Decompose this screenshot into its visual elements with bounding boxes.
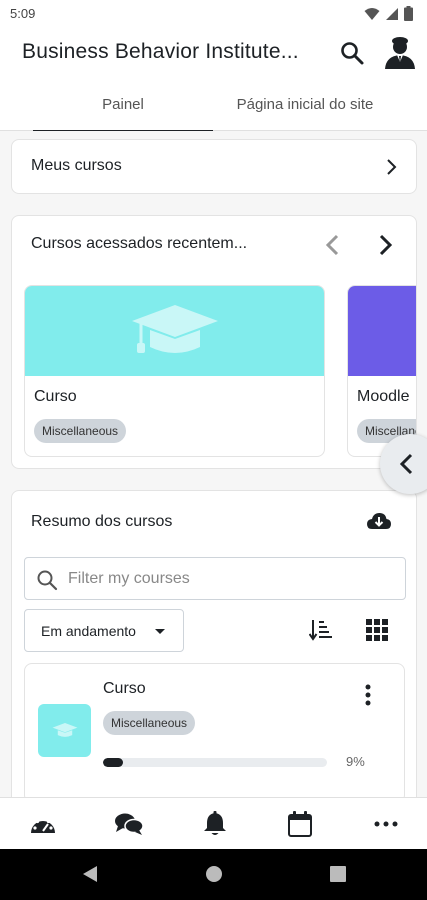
chevron-left-icon[interactable] <box>324 234 340 256</box>
status-bar: 5:09 <box>0 0 427 28</box>
course-name: Moodle <box>357 388 410 405</box>
site-title: Business Behavior Institute... <box>22 40 299 63</box>
nav-more[interactable] <box>371 810 401 838</box>
grouping-select[interactable]: Em andamento <box>24 609 184 652</box>
wifi-icon <box>364 7 380 20</box>
status-icons <box>364 6 413 21</box>
tab-site-home[interactable]: Página inicial do site <box>213 78 397 131</box>
calendar-icon <box>288 811 312 837</box>
tab-bar: Painel Página inicial do site <box>0 78 427 132</box>
course-name: Curso <box>103 680 146 697</box>
cloud-download-icon[interactable] <box>366 511 392 533</box>
home-icon[interactable] <box>205 865 223 883</box>
back-icon[interactable] <box>81 865 99 883</box>
course-overview-label: Resumo dos cursos <box>31 513 173 530</box>
nav-notifications[interactable] <box>200 810 230 838</box>
progress-fill <box>103 758 124 767</box>
course-image <box>348 286 416 376</box>
category-badge: Miscellaneous <box>34 419 127 443</box>
search-icon <box>37 570 58 591</box>
nav-dashboard[interactable] <box>28 810 58 838</box>
graduation-cap-icon <box>132 305 218 353</box>
course-name: Curso <box>34 388 77 405</box>
course-thumbnail <box>38 704 91 757</box>
filter-courses-input[interactable]: Filter my courses <box>24 557 406 600</box>
graduation-cap-icon <box>52 722 78 737</box>
system-navigation-bar <box>0 849 427 900</box>
recent-courses-card: Cursos acessados recentem... Curso Misce… <box>11 215 417 469</box>
progress-percent: 9% <box>346 754 365 769</box>
course-image <box>25 286 324 376</box>
sort-icon[interactable] <box>309 619 333 641</box>
battery-icon <box>404 6 413 21</box>
nav-calendar[interactable] <box>285 810 315 838</box>
signal-icon <box>386 7 398 20</box>
recent-courses-label: Cursos acessados recentem... <box>31 235 248 252</box>
nav-messages[interactable] <box>114 810 144 838</box>
grid-view-icon[interactable] <box>366 619 388 641</box>
grouping-value: Em andamento <box>41 623 136 639</box>
dashboard-icon <box>31 817 55 833</box>
bottom-navigation <box>0 797 427 849</box>
dashboard-content: Meus cursos Cursos acessados recentem...… <box>0 131 427 797</box>
course-overview-card: Resumo dos cursos Filter my courses Em a… <box>11 490 417 797</box>
user-avatar-icon[interactable] <box>382 34 418 70</box>
my-courses-card[interactable]: Meus cursos <box>11 139 417 194</box>
recent-course-card[interactable]: Moodle Miscellaneous <box>347 285 416 457</box>
more-vertical-icon[interactable] <box>365 684 371 706</box>
search-icon[interactable] <box>339 40 365 66</box>
more-icon <box>374 821 398 827</box>
chevron-left-icon <box>399 453 413 475</box>
messages-icon <box>115 813 144 835</box>
recent-course-card[interactable]: Curso Miscellaneous <box>24 285 325 457</box>
my-courses-label: Meus cursos <box>31 157 122 174</box>
filter-placeholder: Filter my courses <box>68 570 190 587</box>
category-badge: Miscellaneous <box>103 711 196 735</box>
recents-icon[interactable] <box>329 865 347 883</box>
status-time: 5:09 <box>10 6 36 21</box>
tab-painel[interactable]: Painel <box>33 78 213 132</box>
notifications-icon <box>204 811 226 835</box>
course-progress-bar <box>103 758 327 767</box>
chevron-right-icon[interactable] <box>378 234 394 256</box>
chevron-right-icon <box>387 159 397 175</box>
caret-down-icon <box>155 629 165 634</box>
app-bar: Business Behavior Institute... <box>0 28 427 78</box>
course-list-item[interactable]: Curso Miscellaneous 9% <box>24 663 405 797</box>
